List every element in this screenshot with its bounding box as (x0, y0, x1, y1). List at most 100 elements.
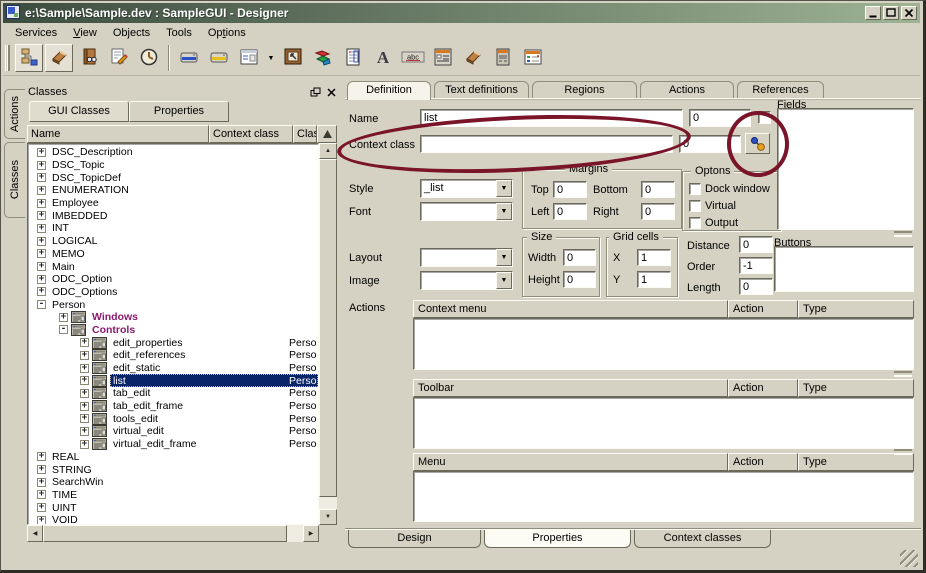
expand-icon[interactable]: + (59, 313, 68, 322)
close-panel-icon[interactable] (324, 86, 338, 99)
expand-icon[interactable]: + (80, 376, 89, 385)
toolbar-button-window-list[interactable] (429, 44, 457, 72)
context-class-picker-button[interactable] (745, 133, 770, 154)
expand-icon[interactable]: + (37, 478, 46, 487)
side-tab-actions[interactable]: Actions (4, 89, 25, 139)
menu-item-view[interactable]: View (65, 25, 105, 41)
sort-ascending-icon[interactable] (317, 125, 337, 143)
margin-top-input[interactable]: 0 (553, 181, 587, 198)
tree-item-STRING[interactable]: +STRING (28, 463, 318, 476)
scroll-up-icon[interactable]: ▲ (319, 143, 337, 159)
toolbar-button-drive-yellow[interactable] (205, 44, 233, 72)
tree-item-Employee[interactable]: +Employee (28, 197, 318, 210)
expand-icon[interactable]: + (37, 287, 46, 296)
toolbar-table-resize-grip[interactable] (894, 449, 912, 455)
tree-item-Windows[interactable]: +Windows (28, 311, 318, 324)
toolbar-button-book-help[interactable] (75, 44, 103, 72)
expand-icon[interactable]: + (37, 211, 46, 220)
image-dropdown-icon[interactable]: ▼ (496, 272, 512, 289)
expand-icon[interactable]: + (37, 148, 46, 157)
tree-hscroll-thumb[interactable] (43, 525, 287, 542)
tree-item-virtual_edit_frame[interactable]: +virtual_edit_framePerso (28, 438, 318, 451)
column-header-type[interactable]: Type (798, 453, 914, 471)
expand-icon[interactable]: + (37, 237, 46, 246)
toolbar-button-font-letter[interactable]: A (369, 44, 397, 72)
name-index-input[interactable]: 0 (689, 109, 751, 127)
expand-icon[interactable]: + (37, 173, 46, 182)
context-index-input[interactable]: 0 (679, 135, 741, 153)
toolbar-button-eraser[interactable] (45, 44, 73, 72)
distance-input[interactable]: 0 (739, 236, 773, 253)
toolbar-button-server[interactable] (489, 44, 517, 72)
expand-icon[interactable]: + (80, 427, 89, 436)
toolbar-button-eraser2[interactable] (459, 44, 487, 72)
tree-item-ODC_Options[interactable]: +ODC_Options (28, 286, 318, 299)
tab-references[interactable]: References (737, 81, 824, 99)
toolbar-button-drive-blue[interactable] (175, 44, 203, 72)
toolbar-button-ribbon[interactable] (309, 44, 337, 72)
tree-item-ENUMERATION[interactable]: +ENUMERATION (28, 184, 318, 197)
name-checkbox[interactable] (758, 111, 771, 124)
menu-item-tools[interactable]: Tools (158, 25, 200, 41)
tab-gui-classes[interactable]: GUI Classes (29, 101, 129, 122)
toolbar-button-edit-document[interactable] (105, 44, 133, 72)
tree-item-REAL[interactable]: +REAL (28, 451, 318, 464)
toolbar-button-text-abc[interactable]: abc (399, 44, 427, 72)
minimize-button[interactable] (865, 6, 881, 20)
tree-item-MEMO[interactable]: +MEMO (28, 248, 318, 261)
tree-item-DSC_Topic[interactable]: +DSC_Topic (28, 159, 318, 172)
scroll-down-icon[interactable]: ▼ (319, 509, 337, 525)
expand-icon[interactable]: + (80, 414, 89, 423)
tab-definition[interactable]: Definition (347, 81, 431, 100)
font-dropdown-icon[interactable]: ▼ (496, 203, 512, 220)
grid-x-input[interactable]: 1 (637, 249, 671, 266)
name-input[interactable]: list (420, 109, 683, 127)
margin-left-input[interactable]: 0 (553, 203, 587, 220)
menu-item-services[interactable]: Services (7, 25, 65, 41)
tree-item-IMBEDDED[interactable]: +IMBEDDED (28, 209, 318, 222)
tree-item-Controls[interactable]: -Controls (28, 324, 318, 337)
checkbox-output[interactable] (689, 217, 701, 229)
expand-icon[interactable]: + (37, 224, 46, 233)
expand-icon[interactable]: + (37, 199, 46, 208)
fields-listbox[interactable] (777, 108, 914, 230)
column-header-title[interactable]: Context menu (413, 300, 728, 318)
expand-icon[interactable]: + (37, 516, 46, 525)
toolbar-button-report-table[interactable] (339, 44, 367, 72)
table-body-toolbar[interactable] (413, 397, 914, 449)
toolbar-button-picture-frame[interactable] (279, 44, 307, 72)
width-input[interactable]: 0 (563, 249, 596, 266)
tree-item-Person[interactable]: -Person (28, 298, 318, 311)
expand-icon[interactable]: + (37, 186, 46, 195)
expand-icon[interactable]: + (37, 161, 46, 170)
column-header-title[interactable]: Toolbar (413, 379, 728, 397)
bottom-tab-design[interactable]: Design (348, 530, 481, 548)
expand-icon[interactable]: + (37, 249, 46, 258)
margin-bottom-input[interactable]: 0 (641, 181, 675, 198)
column-header-action[interactable]: Action (728, 453, 798, 471)
checkbox-virtual[interactable] (689, 200, 701, 212)
scroll-right-icon[interactable]: ▶ (303, 525, 319, 542)
length-input[interactable]: 0 (739, 278, 773, 295)
expand-icon[interactable]: + (80, 351, 89, 360)
toolbar-dropdown-arrow-icon[interactable]: ▼ (264, 44, 278, 72)
tree-item-list[interactable]: +listPerso (28, 374, 318, 387)
maximize-button[interactable] (883, 6, 899, 20)
toolbar-button-clock[interactable] (135, 44, 163, 72)
collapse-icon[interactable]: - (59, 325, 68, 334)
expand-icon[interactable]: + (37, 503, 46, 512)
column-header-type[interactable]: Type (798, 300, 914, 318)
toolbar-button-form-grid[interactable] (235, 44, 263, 72)
tab-properties-left[interactable]: Properties (129, 101, 229, 122)
expand-icon[interactable]: + (80, 402, 89, 411)
tree-item-edit_static[interactable]: +edit_staticPerso (28, 362, 318, 375)
expand-icon[interactable]: + (37, 490, 46, 499)
column-header-action[interactable]: Action (728, 379, 798, 397)
tree-item-LOGICAL[interactable]: +LOGICAL (28, 235, 318, 248)
tree-item-DSC_Description[interactable]: +DSC_Description (28, 146, 318, 159)
tree-item-VOID[interactable]: +VOID (28, 514, 318, 525)
float-panel-icon[interactable] (308, 86, 322, 99)
bottom-tab-context-classes[interactable]: Context classes (634, 530, 771, 548)
margin-right-input[interactable]: 0 (641, 203, 675, 220)
expand-icon[interactable]: + (37, 452, 46, 461)
